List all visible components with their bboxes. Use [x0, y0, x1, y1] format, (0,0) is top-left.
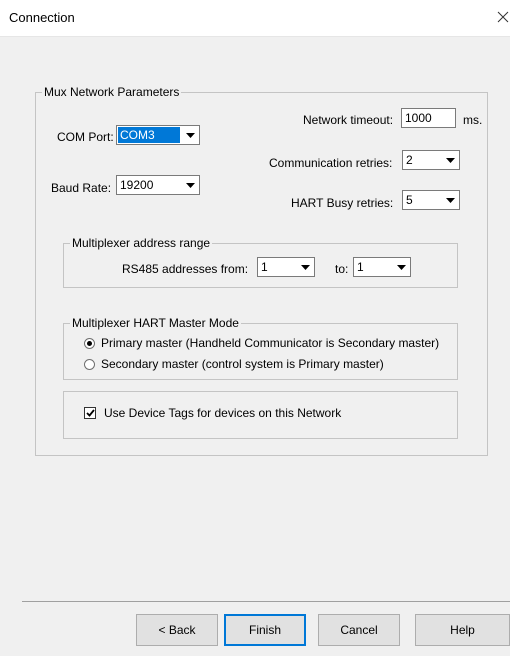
- close-icon[interactable]: [496, 10, 510, 24]
- master-mode-group: [63, 323, 458, 380]
- address-range-legend: Multiplexer address range: [70, 236, 213, 250]
- com-port-value: COM3: [118, 127, 180, 143]
- chevron-down-icon: [296, 258, 314, 276]
- primary-master-label: Primary master (Handheld Communicator is…: [101, 336, 440, 350]
- secondary-master-radio[interactable]: Secondary master (control system is Prim…: [84, 357, 384, 371]
- rs485-to-value: 1: [357, 260, 364, 274]
- help-button[interactable]: Help: [415, 614, 510, 646]
- radio-button[interactable]: [84, 337, 95, 349]
- rs485-from-dropdown[interactable]: 1: [257, 257, 315, 277]
- device-tags-checkbox[interactable]: [84, 407, 96, 419]
- footer-separator: [22, 601, 510, 602]
- back-button[interactable]: < Back: [136, 614, 218, 646]
- rs485-to-dropdown[interactable]: 1: [353, 257, 411, 277]
- device-tags-label: Use Device Tags for devices on this Netw…: [104, 406, 342, 420]
- window-title: Connection: [9, 10, 75, 25]
- com-port-dropdown[interactable]: COM3: [116, 125, 200, 145]
- device-tags-checkbox-row[interactable]: Use Device Tags for devices on this Netw…: [84, 406, 341, 420]
- baud-rate-label: Baud Rate:: [51, 181, 112, 195]
- chevron-down-icon: [441, 191, 459, 209]
- baud-rate-dropdown[interactable]: 19200: [116, 175, 200, 195]
- cancel-button[interactable]: Cancel: [318, 614, 400, 646]
- rs485-from-value: 1: [261, 260, 268, 274]
- communication-retries-dropdown[interactable]: 2: [402, 150, 460, 170]
- secondary-master-label: Secondary master (control system is Prim…: [101, 357, 384, 371]
- chevron-down-icon: [181, 176, 199, 194]
- network-timeout-input[interactable]: 1000: [401, 108, 456, 128]
- network-timeout-unit: ms.: [463, 113, 483, 127]
- chevron-down-icon: [441, 151, 459, 169]
- chevron-down-icon: [392, 258, 410, 276]
- hart-busy-retries-dropdown[interactable]: 5: [402, 190, 460, 210]
- rs485-from-label: RS485 addresses from:: [122, 262, 249, 276]
- hart-busy-retries-value: 5: [406, 193, 413, 207]
- communication-retries-value: 2: [406, 153, 413, 167]
- checkmark-icon: [85, 409, 95, 417]
- finish-button[interactable]: Finish: [224, 614, 306, 646]
- primary-master-radio[interactable]: Primary master (Handheld Communicator is…: [84, 336, 439, 350]
- baud-rate-value: 19200: [120, 178, 154, 192]
- hart-busy-retries-label: HART Busy retries:: [291, 196, 394, 210]
- communication-retries-label: Communication retries:: [269, 156, 393, 170]
- com-port-label: COM Port:: [57, 130, 114, 144]
- network-timeout-label: Network timeout:: [303, 113, 394, 127]
- master-mode-legend: Multiplexer HART Master Mode: [70, 316, 241, 330]
- rs485-to-label: to:: [335, 262, 349, 276]
- mux-network-parameters-legend: Mux Network Parameters: [42, 85, 182, 99]
- chevron-down-icon: [181, 126, 199, 144]
- title-bar: Connection: [0, 0, 510, 37]
- radio-button[interactable]: [84, 358, 95, 370]
